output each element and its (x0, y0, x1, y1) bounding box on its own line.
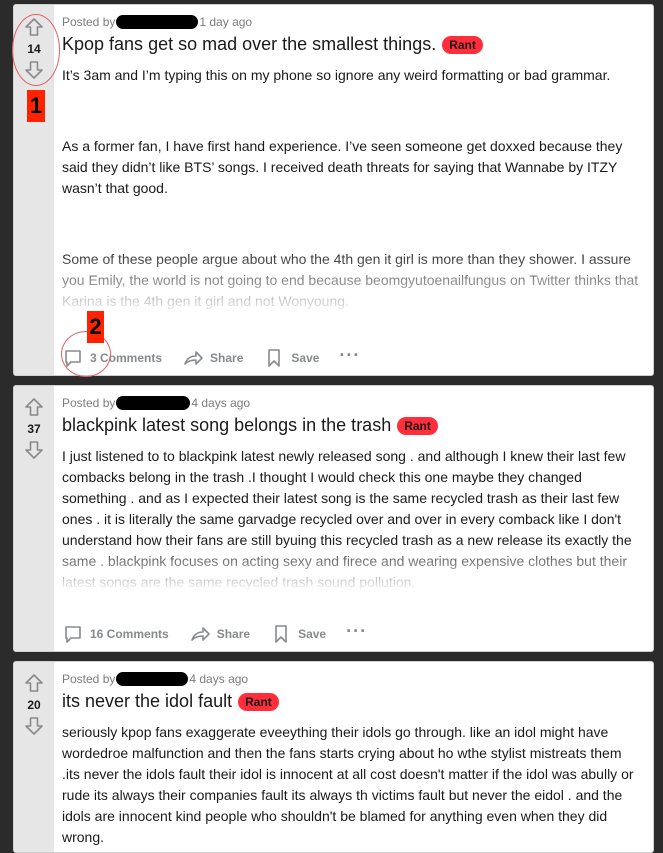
vote-highlight-circle (12, 14, 60, 86)
annotation-marker-2: 2 (87, 311, 104, 343)
posted-by-label: Posted by (62, 396, 116, 410)
vote-column: 37 (14, 386, 54, 651)
redacted-username (116, 672, 189, 686)
post-paragraph: seriously kpop fans exaggerate eveeythin… (62, 724, 634, 845)
post-actions: 16 Comments Share Save ··· (62, 621, 367, 645)
downvote-icon[interactable] (23, 715, 45, 737)
save-button[interactable]: Save (270, 623, 326, 645)
redacted-username (116, 396, 191, 410)
downvote-icon[interactable] (23, 439, 45, 461)
save-button[interactable]: Save (263, 347, 319, 369)
post-time: 1 day ago (199, 15, 253, 29)
flair-badge[interactable]: Rant (442, 35, 483, 54)
upvote-icon[interactable] (23, 672, 45, 694)
post-meta: Posted by 4 days ago (62, 671, 643, 687)
comments-label: 16 Comments (90, 627, 169, 641)
share-icon (184, 351, 203, 365)
post-title[interactable]: blackpink latest song belongs in the tra… (62, 415, 391, 436)
annotation-marker-1: 1 (27, 90, 45, 122)
bookmark-icon (275, 625, 287, 643)
post-time: 4 days ago (189, 672, 249, 686)
post-card[interactable]: 37 Posted by 4 days ago blackpink latest… (13, 385, 654, 652)
post-title[interactable]: Kpop fans get so mad over the smallest t… (62, 34, 436, 55)
post-time: 4 days ago (191, 396, 251, 410)
save-label: Save (291, 351, 320, 365)
post-body: seriously kpop fans exaggerate eveeythin… (62, 722, 643, 852)
flair-badge[interactable]: Rant (397, 416, 438, 435)
post-card[interactable]: 20 Posted by 4 days ago its never the id… (13, 661, 654, 853)
comment-icon (65, 626, 81, 643)
share-button[interactable]: Share (189, 623, 250, 645)
vote-column: 20 (14, 662, 54, 852)
post-meta: Posted by 4 days ago (62, 395, 643, 411)
post-title[interactable]: its never the idol fault (62, 691, 232, 712)
post-paragraph: I just listened to to blackpink latest n… (62, 448, 632, 590)
post-paragraph: As a former fan, I have first hand exper… (62, 138, 623, 196)
post-content: Posted by 4 days ago blackpink latest so… (62, 386, 643, 651)
post-content: Posted by 1 day ago Kpop fans get so mad… (62, 5, 643, 375)
flair-badge[interactable]: Rant (238, 692, 279, 711)
save-label: Save (298, 627, 327, 641)
more-options-icon[interactable]: ··· (346, 621, 367, 642)
vote-count: 20 (27, 698, 41, 712)
post-card[interactable]: 14 Posted by 1 day ago Kpop fans get so … (13, 4, 654, 376)
share-label: Share (216, 627, 251, 641)
share-label: Share (210, 351, 244, 365)
comments-button[interactable]: 16 Comments (62, 623, 169, 645)
post-paragraph: Some of these people argue about who the… (62, 251, 639, 309)
vote-count: 37 (27, 422, 41, 436)
post-paragraph: It’s 3am and I’m typing this on my phone… (62, 67, 611, 83)
redacted-username (116, 15, 199, 29)
upvote-icon[interactable] (23, 396, 45, 418)
posted-by-label: Posted by (62, 672, 116, 686)
share-icon (190, 627, 210, 641)
bookmark-icon (268, 349, 281, 367)
post-body: I just listened to to blackpink latest n… (62, 446, 643, 592)
post-content: Posted by 4 days ago its never the idol … (62, 662, 643, 852)
post-meta: Posted by 1 day ago (62, 14, 643, 30)
share-button[interactable]: Share (182, 347, 243, 369)
posted-by-label: Posted by (62, 15, 116, 29)
more-options-icon[interactable]: ··· (339, 345, 360, 366)
post-body: It’s 3am and I’m typing this on my phone… (62, 65, 643, 317)
